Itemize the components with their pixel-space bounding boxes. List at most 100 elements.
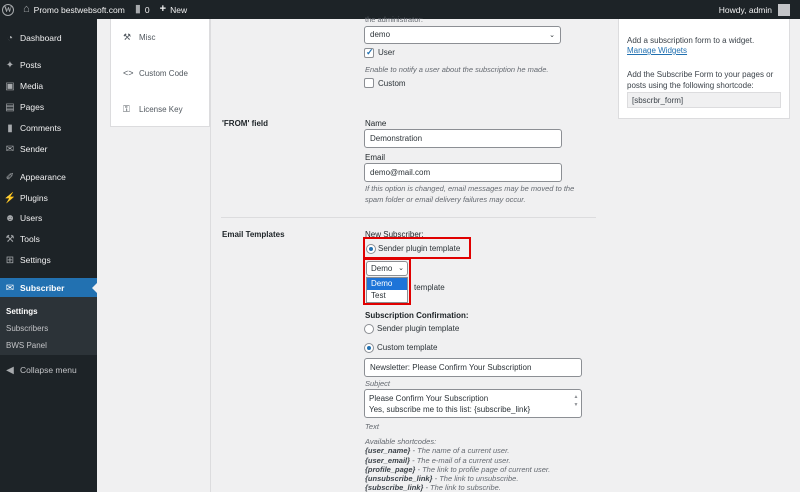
sidebar-item-media[interactable]: ▣ Media [0, 76, 97, 96]
shortcode-item: {user_name} - The name of a current user… [365, 446, 550, 455]
new-custom-template-label: template [414, 283, 445, 292]
code-icon: <> [123, 68, 134, 78]
sidebar-item-label: Subscriber [20, 283, 65, 293]
sidebar-item-plugins[interactable]: ⚡ Plugins [0, 188, 97, 208]
conf-sender-template-label: Sender plugin template [377, 324, 460, 333]
shortcode-code: {user_name} [365, 446, 411, 456]
submenu-item-settings[interactable]: Settings [6, 307, 38, 316]
tab-custom-code[interactable]: <> Custom Code [123, 68, 188, 78]
shortcode-desc: - The name of a current user. [410, 446, 510, 456]
sidebar-item-sender[interactable]: ✉ Sender [0, 139, 97, 159]
settings-form: the administrator: demo ⌄ User Enable to… [210, 15, 606, 492]
sender-icon: ✉ [5, 143, 15, 155]
shortcode-field[interactable]: [sbscrbr_form] [627, 92, 781, 108]
site-name-label: Promo bestwebsoft.com [33, 4, 125, 15]
comment-icon: ▮ [134, 3, 141, 15]
from-field-heading: 'FROM' field [222, 119, 269, 128]
text-line-1: Please Confirm Your Subscription [369, 394, 489, 403]
comment-icon: ▮ [7, 122, 13, 134]
media-icon: ▣ [5, 80, 15, 92]
pages-icon: ▤ [5, 101, 15, 113]
sidebar-item-label: Pages [20, 102, 45, 112]
tab-label: Custom Code [139, 68, 188, 78]
text-line-2: Yes, subscribe me to this list: {subscri… [369, 405, 531, 414]
sidebar-item-appearance[interactable]: ✐ Appearance [0, 167, 97, 187]
conf-sender-template-radio[interactable] [364, 324, 374, 334]
sidebar-item-users[interactable]: ☻ Users [0, 208, 97, 228]
collapse-icon: ◀ [6, 364, 14, 376]
wordpress-logo-icon[interactable]: W [2, 3, 14, 16]
custom-checkbox-label: Custom [378, 79, 406, 88]
shortcode-code: {profile_page} [365, 464, 416, 474]
sidebar-item-comments[interactable]: ▮ Comments [0, 118, 97, 138]
shortcode-code: {subscribe_link} [365, 483, 424, 492]
user-description: Enable to notify a user about the subscr… [365, 65, 549, 74]
plug-icon: ⚡ [3, 192, 17, 204]
name-label: Name [365, 119, 387, 128]
sidebar-item-pages[interactable]: ▤ Pages [0, 97, 97, 117]
from-description-1: If this option is changed, email message… [365, 184, 575, 193]
shortcode-info-box: Add a subscription form to a widget. Man… [618, 19, 790, 119]
sidebar-item-dashboard[interactable]: ◔ Dashboard [0, 28, 97, 48]
site-name-link[interactable]: ⌂ Promo bestwebsoft.com [18, 0, 130, 19]
user-checkbox[interactable] [364, 47, 374, 58]
admin-label-partial: the administrator: [365, 15, 423, 24]
shortcode-item: {user_email} - The e-mail of a current u… [365, 456, 550, 465]
key-icon: ⚿ [123, 104, 130, 114]
new-sender-template-radio[interactable] [366, 244, 376, 254]
collapse-menu-label: Collapse menu [20, 365, 77, 375]
wrench-icon: ⚒ [123, 32, 132, 42]
sidebar-item-label: Appearance [20, 172, 66, 182]
tab-label: License Key [139, 105, 183, 114]
user-checkbox-label: User [378, 48, 395, 57]
sidebar-item-posts[interactable]: ✦ Posts [0, 55, 97, 75]
new-label: New [170, 4, 188, 15]
brush-icon: ✐ [5, 171, 15, 183]
comments-link[interactable]: ▮ 0 [130, 0, 155, 19]
sidebar-item-settings[interactable]: ⊞ Settings [0, 250, 97, 270]
tab-misc[interactable]: ⚒ Misc [123, 32, 155, 43]
sidebar-item-tools[interactable]: ⚒ Tools [0, 229, 97, 249]
sidebar-item-label: Posts [20, 60, 42, 70]
manage-widgets-link[interactable]: Manage Widgets [627, 46, 687, 55]
name-input[interactable]: Demonstration [364, 129, 562, 148]
avatar [778, 3, 790, 16]
sidebar-item-label: Comments [20, 123, 62, 133]
sidebar-item-label: Settings [20, 255, 51, 265]
comments-count: 0 [144, 4, 150, 15]
settings-icon: ⊞ [5, 254, 15, 266]
text-textarea[interactable]: Please Confirm Your Subscription Yes, su… [364, 389, 582, 418]
confirmation-label: Subscription Confirmation: [365, 311, 469, 320]
user-icon: ☻ [4, 212, 16, 224]
section-divider [221, 217, 596, 218]
conf-custom-template-label: Custom template [377, 343, 438, 352]
subject-input[interactable]: Newsletter: Please Confirm Your Subscrip… [364, 358, 582, 377]
template-option-test[interactable]: Test [367, 290, 407, 302]
conf-custom-template-radio[interactable] [364, 343, 374, 353]
widget-text-3: posts using the following shortcode: [627, 81, 754, 90]
shortcode-code: {user_email} [365, 455, 411, 465]
template-select[interactable]: Demo ⌄ [366, 261, 408, 276]
dashboard-icon: ◔ [6, 32, 14, 44]
wrench-icon: ⚒ [5, 233, 15, 245]
sidebar-item-subscriber[interactable]: ✉ Subscriber [0, 278, 97, 298]
sidebar-item-label: Plugins [20, 193, 48, 203]
submenu-item-bws-panel[interactable]: BWS Panel [6, 341, 47, 350]
collapse-menu-button[interactable]: ◀ Collapse menu [0, 360, 97, 380]
pin-icon: ✦ [5, 59, 15, 71]
admin-select-value: demo [370, 30, 391, 39]
from-description-2: spam folder or email delivery failures m… [365, 195, 526, 204]
submenu-item-subscribers[interactable]: Subscribers [6, 324, 48, 333]
tab-license-key[interactable]: ⚿ License Key [123, 104, 183, 115]
settings-tabs: ⚒ Misc <> Custom Code ⚿ License Key [110, 19, 210, 127]
email-input[interactable]: demo@mail.com [364, 163, 562, 182]
admin-select[interactable]: demo ⌄ [364, 26, 561, 44]
new-content-link[interactable]: + New [155, 0, 192, 19]
custom-checkbox[interactable] [364, 78, 374, 88]
admin-sidebar: ◔ Dashboard ✦ Posts ▣ Media ▤ Pages ▮ Co… [0, 19, 97, 492]
shortcode-item: {subscribe_link} - The link to subscribe… [365, 483, 550, 492]
template-option-demo[interactable]: Demo [367, 278, 407, 290]
scrollbar[interactable]: ▲ ▼ [573, 393, 579, 413]
my-account-link[interactable]: Howdy, admin [719, 3, 800, 16]
home-icon: ⌂ [23, 3, 30, 15]
